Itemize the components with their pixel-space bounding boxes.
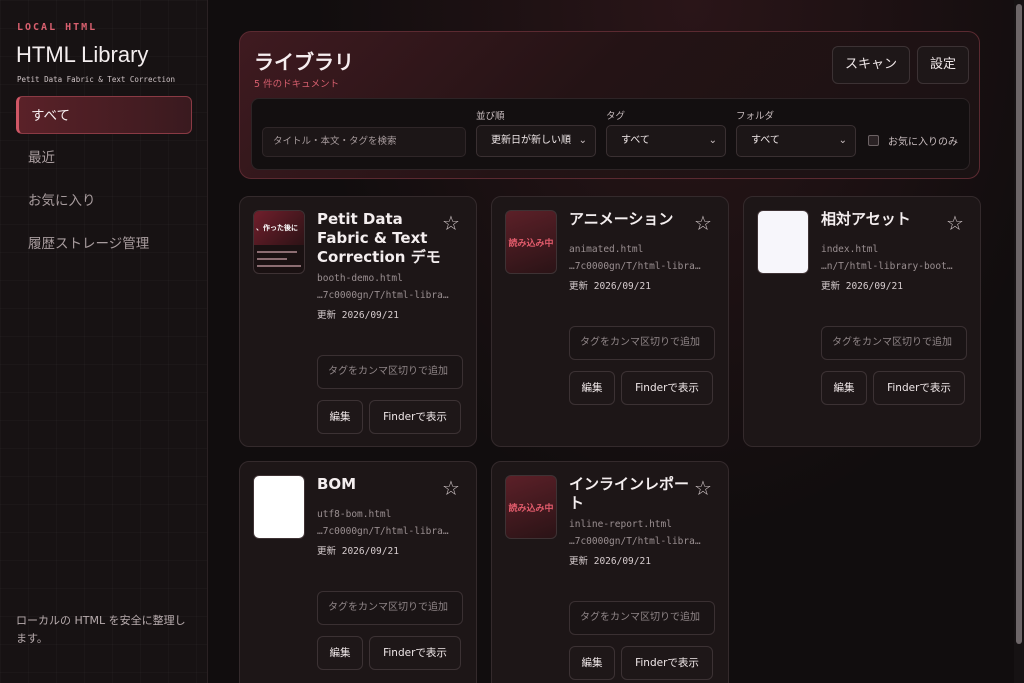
folder-select[interactable]: すべて ⌄ (736, 125, 856, 157)
tag-value: すべて (621, 135, 650, 146)
edit-button[interactable]: 編集 (569, 646, 615, 680)
updated-date: 更新 2026/09/21 (317, 310, 399, 321)
document-title: BOM (317, 475, 357, 493)
document-thumbnail (757, 210, 809, 274)
edit-button[interactable]: 編集 (569, 371, 615, 405)
show-in-finder-button[interactable]: Finderで表示 (369, 400, 461, 434)
page-title: ライブラリ (254, 50, 354, 74)
scrollbar-thumb[interactable] (1016, 4, 1022, 644)
sidebar-item-history-storage[interactable]: 履歴ストレージ管理 (16, 225, 192, 263)
favorites-only-label: お気に入りのみ (888, 137, 958, 148)
document-title: 相対アセット (821, 210, 911, 228)
search-input[interactable]: タイトル・本文・タグを検索 (262, 127, 466, 157)
star-icon[interactable]: ☆ (442, 476, 460, 500)
tag-select[interactable]: すべて ⌄ (606, 125, 726, 157)
scan-button[interactable]: スキャン (832, 46, 910, 84)
document-thumbnail: 読み込み中 (505, 475, 557, 539)
sidebar-item-all[interactable]: すべて (16, 96, 192, 134)
sidebar-item-favorites[interactable]: お気に入り (16, 182, 192, 220)
file-name: utf8-bom.html (317, 509, 392, 520)
main-content: ライブラリ 5 件のドキュメント スキャン 設定 タイトル・本文・タグを検索 並… (208, 0, 1014, 683)
chevron-down-icon: ⌄ (708, 135, 717, 146)
show-in-finder-button[interactable]: Finderで表示 (621, 646, 713, 680)
document-card[interactable]: 、作った後に Petit Data Fabric & Text Correcti… (239, 196, 477, 447)
document-card[interactable]: 相対アセット ☆ index.html …n/T/html-library-bo… (743, 196, 981, 447)
sort-value: 更新日が新しい順 (491, 135, 571, 146)
star-icon[interactable]: ☆ (946, 211, 964, 235)
filter-panel: タイトル・本文・タグを検索 並び順 更新日が新しい順 ⌄ タグ すべて ⌄ フォ… (251, 98, 970, 170)
edit-button[interactable]: 編集 (317, 636, 363, 670)
sidebar-footer: ローカルの HTML を安全に整理します。 (16, 614, 186, 645)
folder-label: フォルダ (736, 111, 775, 122)
tag-label: タグ (606, 111, 626, 122)
tag-input[interactable]: タグをカンマ区切りで追加 (821, 326, 967, 360)
folder-value: すべて (751, 135, 780, 146)
file-name: inline-report.html (569, 519, 672, 530)
show-in-finder-button[interactable]: Finderで表示 (369, 636, 461, 670)
show-in-finder-button[interactable]: Finderで表示 (621, 371, 713, 405)
loading-label: 読み込み中 (508, 503, 554, 514)
tag-input[interactable]: タグをカンマ区切りで追加 (317, 355, 463, 389)
document-title: インラインレポート (569, 475, 690, 512)
sidebar-nav: すべて 最近 お気に入り 履歴ストレージ管理 (16, 96, 192, 268)
updated-date: 更新 2026/09/21 (569, 281, 651, 292)
tag-input[interactable]: タグをカンマ区切りで追加 (569, 326, 715, 360)
star-icon[interactable]: ☆ (694, 476, 712, 500)
file-path: …7c0000gn/T/html-libra… (317, 290, 449, 301)
sort-label: 並び順 (476, 111, 505, 122)
sidebar: LOCAL HTML HTML Library Petit Data Fabri… (0, 0, 208, 683)
sidebar-item-recent[interactable]: 最近 (16, 139, 192, 177)
file-path: …n/T/html-library-boot… (821, 261, 953, 272)
settings-button[interactable]: 設定 (917, 46, 969, 84)
star-icon[interactable]: ☆ (442, 211, 460, 235)
loading-label: 読み込み中 (508, 238, 554, 249)
document-card[interactable]: BOM ☆ utf8-bom.html …7c0000gn/T/html-lib… (239, 461, 477, 683)
document-card[interactable]: 読み込み中 アニメーション ☆ animated.html …7c0000gn/… (491, 196, 729, 447)
document-thumbnail: 、作った後に (253, 210, 305, 274)
updated-date: 更新 2026/09/21 (821, 281, 903, 292)
file-path: …7c0000gn/T/html-libra… (569, 536, 701, 547)
scrollbar-track[interactable] (1014, 0, 1024, 683)
file-name: animated.html (569, 244, 644, 255)
library-header: ライブラリ 5 件のドキュメント スキャン 設定 タイトル・本文・タグを検索 並… (239, 31, 980, 179)
file-path: …7c0000gn/T/html-libra… (317, 526, 449, 537)
favorites-only-checkbox[interactable] (868, 135, 879, 146)
updated-date: 更新 2026/09/21 (317, 546, 399, 557)
tag-input[interactable]: タグをカンマ区切りで追加 (569, 601, 715, 635)
edit-button[interactable]: 編集 (317, 400, 363, 434)
document-thumbnail: 読み込み中 (505, 210, 557, 274)
tag-input[interactable]: タグをカンマ区切りで追加 (317, 591, 463, 625)
chevron-down-icon: ⌄ (838, 135, 847, 146)
file-path: …7c0000gn/T/html-libra… (569, 261, 701, 272)
app-title: HTML Library (16, 42, 149, 67)
file-name: booth-demo.html (317, 273, 403, 284)
document-title: Petit Data Fabric & Text Correction デモ (317, 210, 441, 266)
document-title: アニメーション (569, 210, 674, 228)
thumbnail-text: 、作った後に (256, 224, 298, 232)
document-thumbnail (253, 475, 305, 539)
star-icon[interactable]: ☆ (694, 211, 712, 235)
file-name: index.html (821, 244, 879, 255)
brand-kicker: LOCAL HTML (17, 22, 98, 33)
show-in-finder-button[interactable]: Finderで表示 (873, 371, 965, 405)
app-subtitle: Petit Data Fabric & Text Correction (17, 75, 176, 84)
sort-select[interactable]: 更新日が新しい順 ⌄ (476, 125, 596, 157)
edit-button[interactable]: 編集 (821, 371, 867, 405)
chevron-down-icon: ⌄ (578, 135, 587, 146)
document-card[interactable]: 読み込み中 インラインレポート ☆ inline-report.html …7c… (491, 461, 729, 683)
document-count: 5 件のドキュメント (254, 79, 340, 90)
updated-date: 更新 2026/09/21 (569, 556, 651, 567)
